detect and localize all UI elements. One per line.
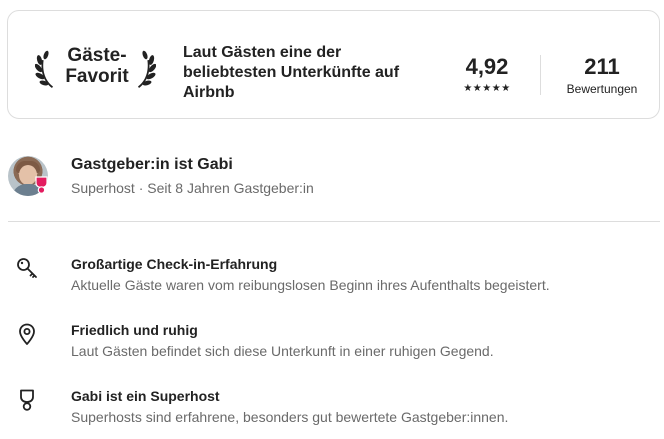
laurel-right-icon <box>138 50 156 88</box>
key-icon <box>17 258 37 278</box>
superhost-medal-icon <box>20 389 34 411</box>
feature-item-quiet: Friedlich und ruhig Laut Gästen befindet… <box>0 322 664 362</box>
feature-item-checkin: Großartige Check-in-Erfahrung Aktuelle G… <box>0 256 664 296</box>
stats-divider <box>540 55 541 95</box>
badge-line-1: Gäste- <box>67 45 127 66</box>
superhost-badge-icon <box>35 176 48 194</box>
feature-description: Aktuelle Gäste waren vom reibungslosen B… <box>71 277 550 293</box>
host-title: Gastgeber:in ist Gabi <box>71 156 233 173</box>
star-rating-icon: ★★★★★ <box>463 83 511 94</box>
guest-favorite-badge: Gäste- Favorit <box>57 45 137 87</box>
rating-value: 4,92 <box>465 54 509 79</box>
guest-favorite-card[interactable]: Gäste- Favorit Laut Gästen eine der beli… <box>7 10 660 119</box>
section-divider <box>8 221 660 222</box>
feature-title: Großartige Check-in-Erfahrung <box>71 256 278 272</box>
location-pin-icon <box>19 323 35 345</box>
feature-title: Gabi ist ein Superhost <box>71 388 220 404</box>
feature-item-superhost: Gabi ist ein Superhost Superhosts sind e… <box>0 388 664 428</box>
host-subtitle: Superhost · Seit 8 Jahren Gastgeber:in <box>71 180 314 196</box>
feature-description: Superhosts sind erfahrene, besonders gut… <box>71 409 509 425</box>
guest-favorite-description: Laut Gästen eine der beliebtesten Unterk… <box>183 44 400 101</box>
laurel-left-icon <box>35 50 53 88</box>
reviews-count[interactable]: 211 <box>552 55 652 79</box>
badge-line-2: Favorit <box>65 66 129 87</box>
reviews-label[interactable]: Bewertungen <box>552 82 652 96</box>
feature-description: Laut Gästen befindet sich diese Unterkun… <box>71 343 494 359</box>
feature-title: Friedlich und ruhig <box>71 322 198 338</box>
